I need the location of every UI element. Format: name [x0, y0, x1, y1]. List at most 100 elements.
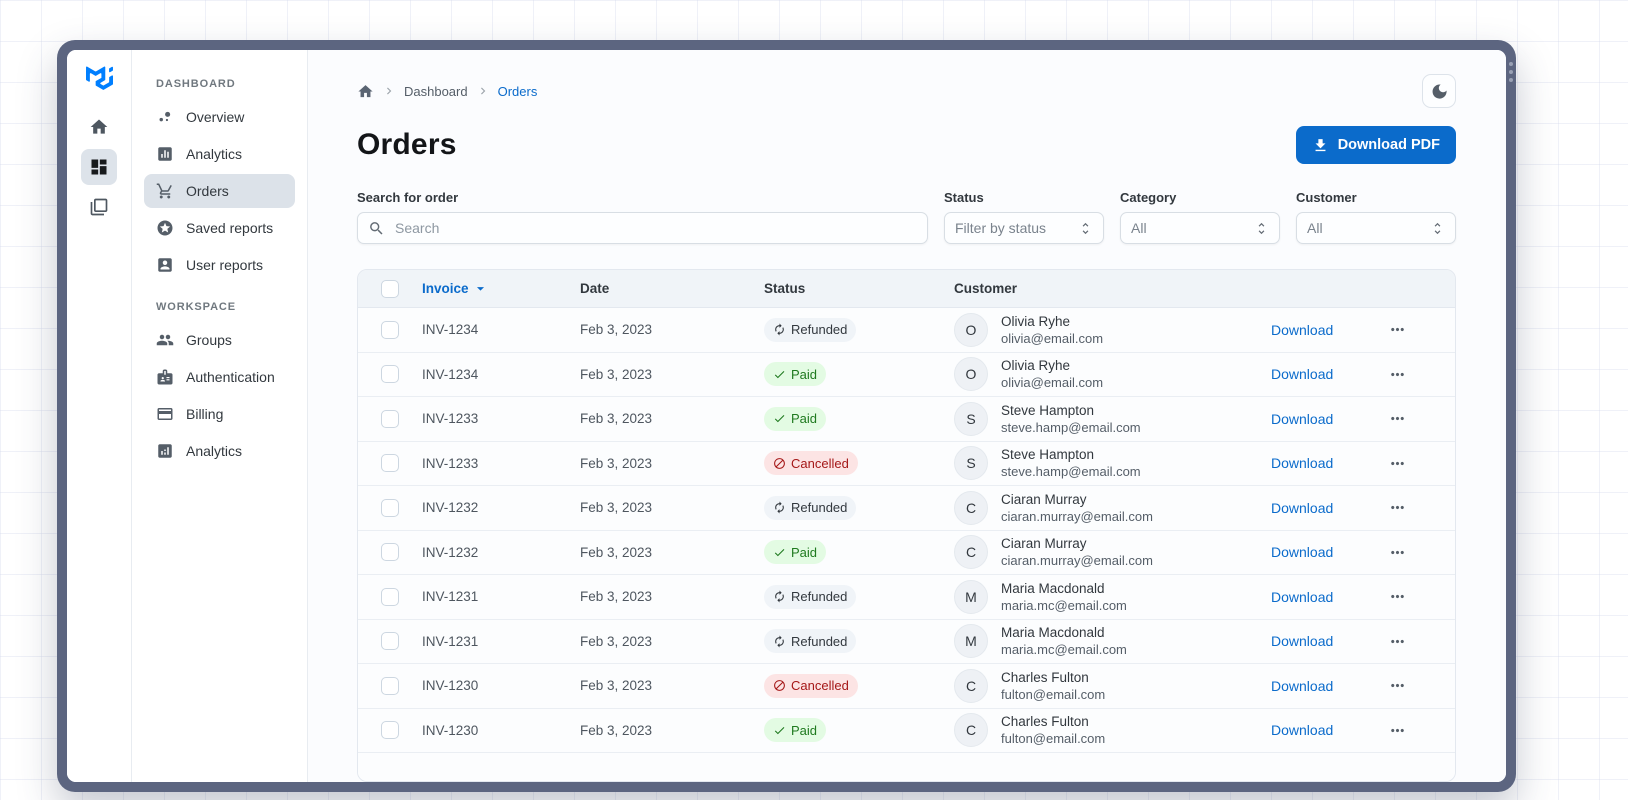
customer-email: steve.hamp@email.com — [1001, 419, 1141, 435]
row-menu-button[interactable] — [1388, 543, 1407, 562]
person-card-icon — [156, 256, 174, 274]
sidebar-item-user-reports[interactable]: User reports — [144, 248, 295, 282]
download-link[interactable]: Download — [1271, 455, 1333, 471]
row-menu-button[interactable] — [1388, 409, 1407, 428]
customer-name: Ciaran Murray — [1001, 536, 1087, 552]
download-link[interactable]: Download — [1271, 722, 1333, 738]
status-label: Paid — [791, 722, 818, 738]
row-menu-button[interactable] — [1388, 676, 1407, 695]
sidebar-item-label: Groups — [186, 332, 232, 348]
rail-pages-button[interactable] — [81, 189, 117, 225]
invoice-cell: INV-1233 — [422, 411, 479, 427]
category-label: Category — [1120, 190, 1177, 205]
row-checkbox[interactable] — [381, 454, 399, 473]
nav-section-label: WORKSPACE — [156, 301, 237, 313]
check-icon — [773, 412, 786, 425]
customer-email: olivia@email.com — [1001, 330, 1104, 346]
customer-email: maria.mc@email.com — [1001, 642, 1127, 658]
date-cell: Feb 3, 2023 — [580, 633, 653, 649]
row-checkbox[interactable] — [381, 365, 399, 384]
customer-name: Olivia Ryhe — [1001, 313, 1071, 329]
status-header: Status — [764, 281, 806, 296]
check-icon — [773, 724, 786, 737]
avatar: C — [954, 535, 988, 570]
desktop-background: DASHBOARD Overview Analytics Orders Saved re… — [0, 0, 1628, 800]
download-link[interactable]: Download — [1271, 589, 1333, 605]
sort-invoice-header[interactable]: Invoice — [422, 280, 489, 297]
download-link[interactable]: Download — [1271, 633, 1333, 649]
sidebar-item-label: Saved reports — [186, 220, 274, 236]
invoice-cell: INV-1231 — [422, 589, 479, 605]
block-icon — [773, 679, 786, 692]
stack-icon — [89, 197, 109, 217]
search-box[interactable] — [357, 212, 928, 244]
status-label: Refunded — [791, 633, 848, 649]
row-checkbox[interactable] — [381, 721, 399, 740]
top-bar: Dashboard Orders — [357, 74, 1456, 108]
date-cell: Feb 3, 2023 — [580, 589, 653, 605]
sidebar-item-billing[interactable]: Billing — [144, 397, 295, 431]
search-input[interactable] — [393, 219, 917, 237]
download-link[interactable]: Download — [1271, 322, 1333, 338]
row-menu-button[interactable] — [1388, 721, 1407, 740]
download-link[interactable]: Download — [1271, 500, 1333, 516]
sidebar-item-orders[interactable]: Orders — [144, 174, 295, 208]
invoice-cell: INV-1230 — [422, 722, 479, 738]
row-menu-button[interactable] — [1388, 454, 1407, 473]
category-filter-select[interactable]: All — [1120, 212, 1280, 244]
download-link[interactable]: Download — [1271, 544, 1333, 560]
home-icon[interactable] — [357, 83, 374, 100]
chart-square-icon — [156, 442, 174, 460]
row-checkbox[interactable] — [381, 543, 399, 562]
status-filter-value: Filter by status — [955, 220, 1047, 236]
sidebar-item-analytics[interactable]: Analytics — [144, 137, 295, 171]
sidebar-item-analytics[interactable]: Analytics — [144, 434, 295, 468]
row-checkbox[interactable] — [381, 676, 399, 695]
select-all-checkbox[interactable] — [381, 279, 399, 298]
sidebar-item-authentication[interactable]: Authentication — [144, 360, 295, 394]
row-menu-button[interactable] — [1388, 587, 1407, 606]
customer-email: ciaran.murray@email.com — [1001, 508, 1153, 524]
status-chip: Paid — [764, 540, 827, 565]
rail-dashboard-button[interactable] — [81, 149, 117, 185]
status-chip: Cancelled — [764, 451, 858, 476]
rail-home-button[interactable] — [81, 109, 117, 145]
status-filter-select[interactable]: Filter by status — [944, 212, 1104, 244]
row-menu-button[interactable] — [1388, 498, 1407, 517]
row-menu-button[interactable] — [1388, 365, 1407, 384]
chevron-right-icon — [382, 84, 396, 98]
home-icon — [89, 117, 109, 137]
download-link[interactable]: Download — [1271, 411, 1333, 427]
row-checkbox[interactable] — [381, 632, 399, 651]
download-pdf-button[interactable]: Download PDF — [1295, 126, 1456, 164]
search-icon — [368, 220, 385, 237]
sidebar-item-label: Authentication — [186, 369, 275, 385]
invoice-cell: INV-1234 — [422, 322, 479, 338]
sidebar-item-overview[interactable]: Overview — [144, 100, 295, 134]
title-row: Orders Download PDF — [357, 126, 1456, 164]
avatar: M — [954, 624, 988, 659]
table-row: INV-1234 Feb 3, 2023 Paid O Olivia Ryhe … — [358, 352, 1455, 397]
cart-icon — [156, 182, 174, 200]
row-checkbox[interactable] — [381, 409, 399, 428]
avatar: C — [954, 713, 988, 748]
row-checkbox[interactable] — [381, 587, 399, 606]
color-scheme-toggle-button[interactable] — [1422, 74, 1456, 108]
sidebar-item-groups[interactable]: Groups — [144, 323, 295, 357]
customer-filter-select[interactable]: All — [1296, 212, 1456, 244]
download-link[interactable]: Download — [1271, 366, 1333, 382]
table-row-partial — [358, 753, 1455, 781]
status-chip: Refunded — [764, 495, 857, 520]
row-checkbox[interactable] — [381, 498, 399, 517]
sidebar-item-label: User reports — [186, 257, 264, 273]
sidebar-item-saved-reports[interactable]: Saved reports — [144, 211, 295, 245]
invoice-cell: INV-1230 — [422, 678, 479, 694]
autorenew-icon — [773, 635, 786, 648]
row-menu-button[interactable] — [1388, 632, 1407, 651]
row-menu-button[interactable] — [1388, 320, 1407, 339]
customer-name: Charles Fulton — [1001, 669, 1089, 685]
breadcrumb-dashboard[interactable]: Dashboard — [404, 84, 468, 99]
row-checkbox[interactable] — [381, 320, 399, 339]
dashboard-icon — [89, 157, 109, 177]
download-link[interactable]: Download — [1271, 678, 1333, 694]
